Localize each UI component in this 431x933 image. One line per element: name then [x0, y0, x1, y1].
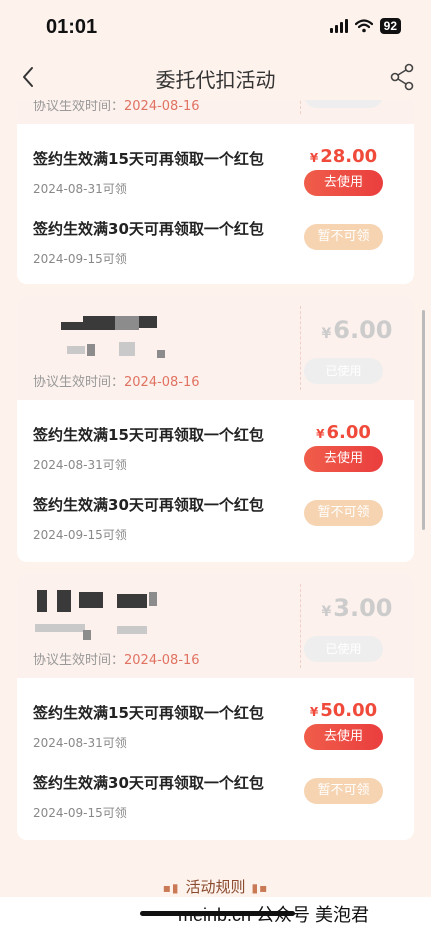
coupon-card: 协议生效时间：2024-08-16 ¥3.00 已使用 签约生效满15天可再领取… [17, 574, 414, 840]
decor-icon: ▮▪ [251, 881, 269, 895]
reward-price: ¥50.00 [309, 700, 378, 721]
coupon-card: 协议生效时间：2024-08-16 签约生效满15天可再领取一个红包 2024-… [17, 100, 414, 284]
use-button[interactable]: 去使用 [304, 170, 383, 196]
reward-title: 签约生效满30天可再领取一个红包 [33, 220, 264, 238]
status-bar: 01:01 92 [0, 0, 431, 58]
redacted-text [87, 344, 95, 356]
redacted-text [83, 630, 91, 640]
redacted-text [79, 592, 103, 608]
wifi-icon [354, 19, 373, 33]
nav-bar: 委托代扣活动 [0, 58, 431, 98]
reward-row: 签约生效满15天可再领取一个红包 2024-08-31可领 ¥6.00 去使用 [17, 400, 414, 472]
decor-icon: ▪▮ [162, 881, 180, 895]
reward-date: 2024-09-15可领 [33, 252, 127, 266]
page-title: 委托代扣活动 [155, 68, 276, 92]
reward-row: 签约生效满30天可再领取一个红包 2024-09-15可领 暂不可领 [17, 470, 414, 542]
agreement-date: 协议生效时间：2024-08-16 [33, 100, 200, 114]
share-icon[interactable] [387, 60, 417, 92]
redacted-text [57, 590, 71, 612]
reward-row: 签约生效满30天可再领取一个红包 2024-09-15可领 暂不可领 [17, 194, 414, 266]
redacted-text [117, 594, 147, 608]
reward-date: 2024-09-15可领 [33, 806, 127, 820]
reward-row: 签约生效满15天可再领取一个红包 2024-08-31可领 ¥28.00 去使用 [17, 124, 414, 196]
scrollbar[interactable] [422, 310, 425, 530]
unavailable-button[interactable]: 暂不可领 [304, 224, 383, 250]
watermark: meinb.cn 公众号 美泡君 [178, 905, 370, 925]
agreement-date: 协议生效时间：2024-08-16 [33, 375, 200, 390]
redacted-text [119, 342, 135, 356]
reward-price: ¥6.00 [316, 422, 371, 443]
used-button: 已使用 [304, 358, 383, 384]
reward-title: 签约生效满15天可再领取一个红包 [33, 704, 264, 722]
activity-rules-link[interactable]: ▪▮ 活动规则 ▮▪ [0, 876, 431, 897]
reward-title: 签约生效满15天可再领取一个红包 [33, 426, 264, 444]
status-icons: 92 [329, 18, 401, 34]
reward-row: 签约生效满15天可再领取一个红包 2024-08-31可领 ¥50.00 去使用 [17, 678, 414, 750]
reward-row: 签约生效满30天可再领取一个红包 2024-09-15可领 暂不可领 [17, 748, 414, 820]
redacted-text [139, 316, 157, 328]
signal-icon [329, 19, 348, 33]
redacted-text [37, 590, 47, 612]
agreement-date: 协议生效时间：2024-08-16 [33, 653, 200, 668]
reward-title: 签约生效满15天可再领取一个红包 [33, 150, 264, 168]
redacted-text [117, 626, 147, 634]
reward-price: ¥28.00 [309, 146, 378, 167]
battery-icon: 92 [379, 18, 401, 34]
footer: meinb.cn 公众号 美泡君 [0, 897, 431, 933]
use-button[interactable]: 去使用 [304, 446, 383, 472]
used-button: 已使用 [304, 636, 383, 662]
reward-title: 签约生效满30天可再领取一个红包 [33, 496, 264, 514]
redacted-text [157, 350, 165, 358]
coupon-amount: ¥6.00 [321, 316, 393, 344]
reward-date: 2024-09-15可领 [33, 528, 127, 542]
redacted-text [115, 316, 139, 330]
reward-title: 签约生效满30天可再领取一个红包 [33, 774, 264, 792]
coupon-card: 协议生效时间：2024-08-16 ¥6.00 已使用 签约生效满15天可再领取… [17, 296, 414, 562]
coupon-list[interactable]: 协议生效时间：2024-08-16 签约生效满15天可再领取一个红包 2024-… [0, 100, 431, 895]
unavailable-button[interactable]: 暂不可领 [304, 778, 383, 804]
redacted-text [35, 624, 85, 632]
status-time: 01:01 [46, 16, 98, 38]
use-button[interactable]: 去使用 [304, 724, 383, 750]
coupon-amount: ¥3.00 [321, 594, 393, 622]
unavailable-button[interactable]: 暂不可领 [304, 500, 383, 526]
redacted-text [149, 592, 157, 606]
used-button [304, 100, 383, 108]
redacted-text [67, 346, 85, 354]
